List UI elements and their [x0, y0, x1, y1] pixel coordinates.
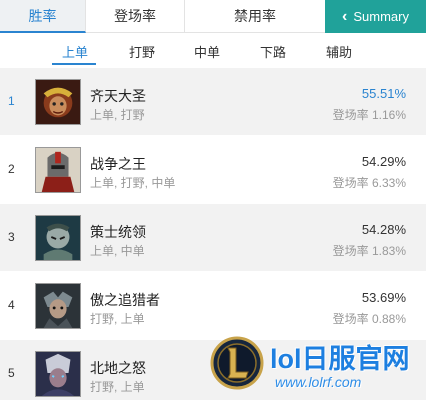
tab-pickrate[interactable]: 登场率 [86, 0, 185, 33]
champion-avatar [35, 215, 81, 261]
summary-label: Summary [353, 9, 409, 24]
win-rate: 53.69% [361, 290, 406, 305]
champion-avatar [35, 79, 81, 125]
subtab-support[interactable]: 辅助 [326, 42, 352, 61]
rank-number: 1 [8, 94, 15, 108]
champion-roles: 打野, 上单 [90, 312, 145, 326]
champion-name: 傲之追猎者 [90, 292, 160, 308]
site-watermark: lol日服官网 www.lolrf.com [205, 332, 426, 400]
champion-row[interactable]: 4 傲之追猎者 打野, 上单 53.69% 登场率 0.88% [0, 272, 426, 340]
champion-name: 齐天大圣 [90, 88, 146, 104]
chevron-left-icon: ‹ [342, 7, 348, 25]
subtab-bottom[interactable]: 下路 [260, 42, 286, 61]
champion-row[interactable]: 1 齐天大圣 上单, 打野 55.51% 登场率 1.16% [0, 68, 426, 136]
tab-winrate[interactable]: 胜率 [0, 0, 86, 33]
champion-name: 战争之王 [90, 156, 146, 172]
summary-button[interactable]: ‹ Summary [325, 0, 426, 33]
watermark-title: lol日服官网 [270, 344, 410, 374]
champion-roles: 上单, 中单 [90, 244, 145, 258]
rank-number: 5 [8, 366, 15, 380]
subtab-top[interactable]: 上单 [62, 42, 88, 61]
win-rate: 55.51% [361, 86, 406, 101]
rank-number: 3 [8, 230, 15, 244]
champion-row[interactable]: 3 策士统领 上单, 中单 54.28% 登场率 1.83% [0, 204, 426, 272]
champion-avatar [35, 147, 81, 193]
pick-rate: 登场率 6.33% [332, 176, 406, 190]
lol-logo-icon [210, 336, 264, 390]
subtab-mid[interactable]: 中单 [194, 42, 220, 61]
pick-rate: 登场率 0.88% [332, 312, 406, 326]
pick-rate: 登场率 1.83% [332, 244, 406, 258]
champion-name: 北地之怒 [90, 360, 146, 376]
active-subtab-indicator [52, 63, 96, 65]
subtab-jungle[interactable]: 打野 [129, 42, 155, 61]
top-tab-bar: 胜率 登场率 禁用率 ‹ Summary [0, 0, 426, 33]
champion-roles: 上单, 打野, 中单 [90, 176, 176, 190]
champion-avatar [35, 283, 81, 329]
win-rate: 54.28% [361, 222, 406, 237]
pick-rate: 登场率 1.16% [332, 108, 406, 122]
rank-number: 2 [8, 162, 15, 176]
tab-banrate[interactable]: 禁用率 [185, 0, 325, 33]
win-rate: 54.29% [361, 154, 406, 169]
champion-roles: 打野, 上单 [90, 380, 145, 394]
watermark-url: www.lolrf.com [275, 374, 362, 390]
champion-row[interactable]: 2 战争之王 上单, 打野, 中单 54.29% 登场率 6.33% [0, 136, 426, 204]
rank-number: 4 [8, 298, 15, 312]
champion-name: 策士统领 [90, 224, 146, 240]
champion-avatar [35, 351, 81, 397]
champion-roles: 上单, 打野 [90, 108, 145, 122]
